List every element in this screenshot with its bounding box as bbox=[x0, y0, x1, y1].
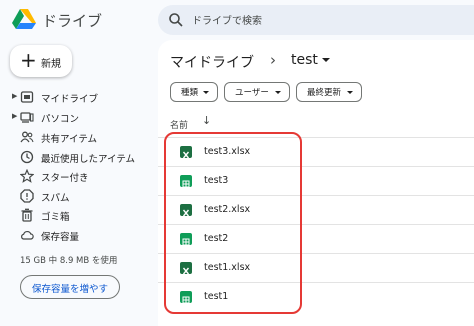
sidebar-item-trash[interactable]: ゴミ箱 bbox=[0, 206, 150, 224]
breadcrumb-root[interactable]: マイドライブ bbox=[170, 52, 254, 72]
highlight-annotation bbox=[164, 132, 302, 314]
sort-arrow-icon[interactable]: ↓ bbox=[202, 114, 211, 127]
shared-icon bbox=[20, 131, 34, 143]
sidebar-item-my-drive[interactable]: ▶ マイドライブ bbox=[0, 88, 150, 106]
sidebar-item-label: 保存容量 bbox=[41, 232, 80, 243]
app-title: ドライブ bbox=[42, 12, 103, 30]
sidebar-item-label: 共有アイテム bbox=[41, 134, 98, 145]
star-icon bbox=[20, 169, 34, 183]
search-bar[interactable]: ドライブで検索 bbox=[158, 5, 474, 35]
spam-icon bbox=[20, 189, 34, 203]
get-more-storage-button[interactable]: 保存容量を増やす bbox=[20, 275, 120, 299]
search-input[interactable]: ドライブで検索 bbox=[192, 12, 262, 27]
sidebar-item-label: スター付き bbox=[41, 173, 89, 184]
sidebar-item-computers[interactable]: ▶ パソコン bbox=[0, 108, 150, 126]
expand-caret-icon[interactable]: ▶ bbox=[12, 112, 17, 120]
sidebar-item-label: スパム bbox=[41, 193, 70, 204]
breadcrumb-current[interactable]: test bbox=[291, 52, 318, 68]
sidebar-item-storage[interactable]: 保存容量 bbox=[0, 226, 150, 244]
sidebar-item-recent[interactable]: 最近使用したアイテム bbox=[0, 148, 150, 166]
breadcrumb-separator: › bbox=[270, 51, 276, 69]
my-drive-icon bbox=[20, 91, 34, 103]
storage-usage-text: 15 GB 中 8.9 MB を使用 bbox=[20, 256, 118, 266]
filter-label: 最終更新 bbox=[307, 88, 342, 98]
clock-icon bbox=[20, 150, 34, 164]
sidebar-item-shared[interactable]: 共有アイテム bbox=[0, 128, 150, 146]
storage-button-label: 保存容量を増やす bbox=[31, 284, 108, 295]
sidebar-item-starred[interactable]: スター付き bbox=[0, 167, 150, 185]
google-drive-logo[interactable] bbox=[12, 9, 36, 29]
trash-icon bbox=[21, 208, 33, 222]
sidebar-item-label: パソコン bbox=[41, 114, 80, 125]
new-button-label: 新規 bbox=[41, 59, 61, 70]
cloud-icon bbox=[21, 230, 34, 240]
sidebar-item-label: ゴミ箱 bbox=[41, 212, 70, 223]
search-icon[interactable] bbox=[168, 12, 184, 28]
plus-icon: + bbox=[20, 48, 37, 72]
filter-modified-chip[interactable]: 最終更新 bbox=[296, 82, 362, 102]
computer-icon bbox=[20, 112, 34, 123]
filter-label: ユーザー bbox=[235, 88, 269, 98]
chevron-down-icon bbox=[275, 91, 281, 94]
sidebar-item-label: 最近使用したアイテム bbox=[41, 154, 136, 165]
new-button[interactable]: + 新規 bbox=[10, 45, 72, 77]
sidebar-item-spam[interactable]: スパム bbox=[0, 187, 150, 205]
folder-menu-caret-icon[interactable] bbox=[322, 58, 330, 62]
expand-caret-icon[interactable]: ▶ bbox=[12, 92, 17, 100]
chevron-down-icon bbox=[347, 91, 353, 94]
sidebar-item-label: マイドライブ bbox=[41, 94, 99, 105]
column-header-name[interactable]: 名前 bbox=[170, 118, 188, 131]
filter-label: 種類 bbox=[181, 88, 199, 98]
filter-type-chip[interactable]: 種類 bbox=[170, 82, 218, 102]
chevron-down-icon bbox=[203, 91, 209, 94]
filter-people-chip[interactable]: ユーザー bbox=[224, 82, 290, 102]
